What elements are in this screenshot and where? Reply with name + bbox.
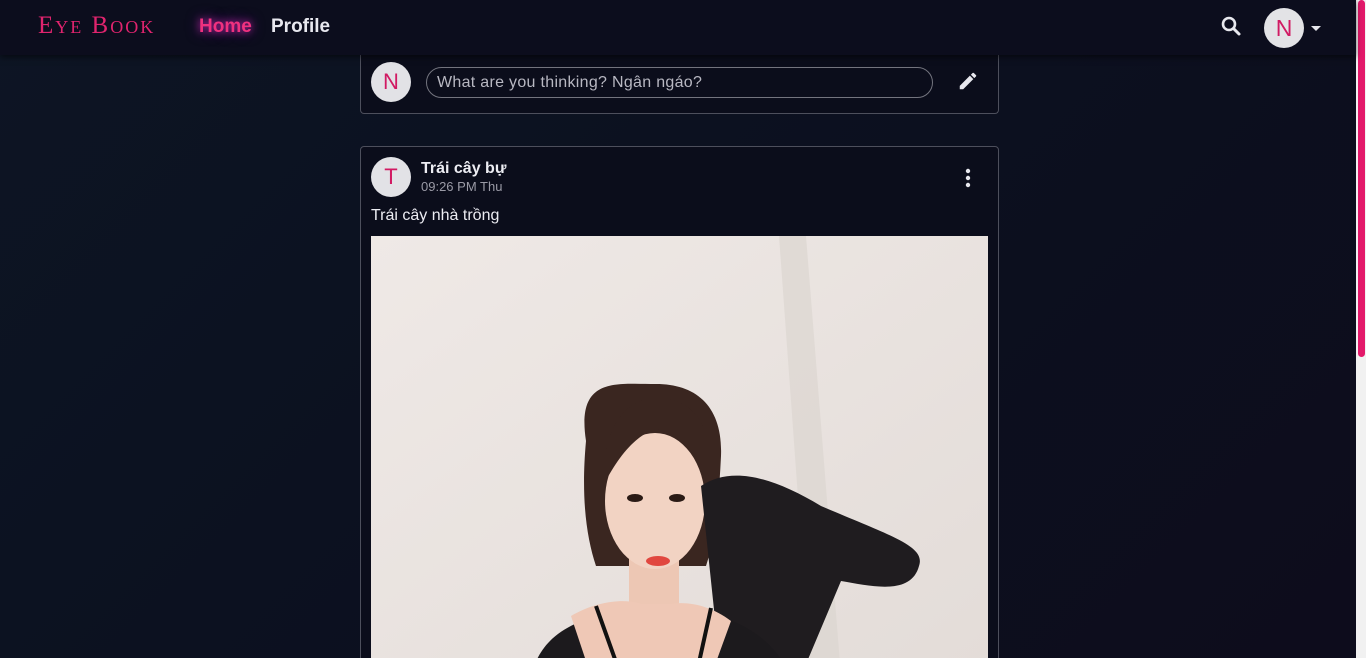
nav-home-link[interactable]: Home: [199, 16, 252, 38]
post-photo-illustration: [371, 236, 988, 658]
post-card: T Trái cây bự 09:26 PM Thu Trái cây nhà …: [360, 146, 999, 658]
compose-card: N: [360, 50, 999, 114]
search-icon: [1221, 16, 1241, 36]
more-vertical-icon: [965, 168, 971, 188]
search-button[interactable]: [1219, 14, 1243, 38]
compose-submit-button[interactable]: [957, 70, 979, 92]
compose-avatar: N: [371, 62, 411, 102]
post-author-name[interactable]: Trái cây bự: [421, 160, 506, 178]
nav-profile-link[interactable]: Profile: [271, 16, 330, 38]
scrollbar-thumb[interactable]: [1358, 0, 1365, 357]
post-author-avatar[interactable]: T: [371, 157, 411, 197]
app-logo[interactable]: Eye Book: [38, 12, 155, 40]
post-options-button[interactable]: [959, 167, 977, 189]
compose-input[interactable]: [426, 67, 933, 98]
pencil-icon: [959, 72, 977, 90]
caret-down-icon[interactable]: [1311, 26, 1321, 31]
post-photo[interactable]: [371, 236, 988, 658]
post-timestamp: 09:26 PM Thu: [421, 179, 503, 194]
top-navbar: Eye Book Home Profile N: [0, 0, 1356, 55]
post-text: Trái cây nhà trồng: [371, 207, 500, 224]
user-avatar-button[interactable]: N: [1264, 8, 1304, 48]
